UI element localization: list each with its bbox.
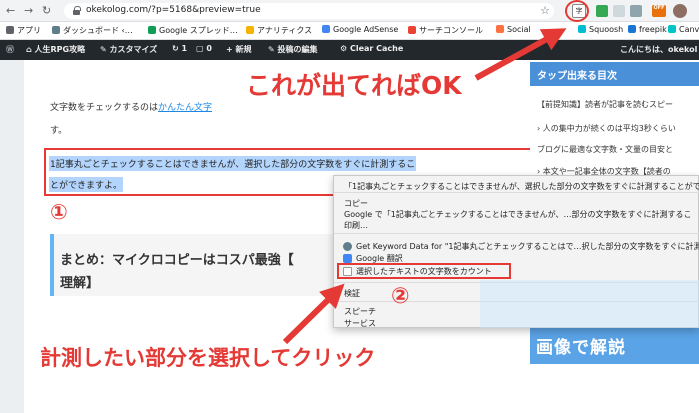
bookmark-apps[interactable]: アプリ [6,25,41,36]
adsense-icon [322,25,330,33]
context-menu-search-google[interactable]: Google で「1記事丸ごとチェックすることはできませんが、…部分の文字数をす… [344,209,691,220]
selected-text-line-2[interactable]: とができますよ。 [49,177,124,192]
context-menu-print[interactable]: 印刷… [344,220,368,231]
menu-separator [334,233,699,234]
context-menu-services[interactable]: サービス [344,318,376,329]
bookmarks-bar: アプリ ダッシュボード ‹… Google スプレッド… アナリティクス Goo… [0,22,699,40]
extension-gray-icon[interactable] [613,5,625,17]
banner-text: 画像で解説 [536,338,626,358]
analytics-icon [246,26,254,34]
menu-glare [480,280,699,328]
toc-title: タップ出来る目次 [537,71,617,82]
context-menu-inspect[interactable]: 検証 [344,288,360,299]
annotation-ok: これが出てればOK [246,71,462,100]
forward-icon[interactable]: → [24,4,33,17]
wp-admin-bar: Ⓦ ⌂ 人生RPG攻略 ✎ カスタマイズ ↻ 1 ▢ 0 + 新規 ✎ 投稿の編… [0,40,699,60]
context-menu-copy[interactable]: コピー [344,198,368,209]
reload-icon[interactable]: ↻ [42,4,51,17]
summary-heading: まとめ：マイクロコピーはコスパ最強【 [60,253,294,268]
keyword-data-icon [343,242,352,251]
social-icon [496,25,504,33]
paragraph-intro: 文字数をチェックするのはかんたん文字 [50,103,213,113]
count-item-highlight [337,263,511,279]
step-marker-1: ① [50,200,68,224]
sheets-icon [148,26,156,34]
off-badge-icon[interactable]: OFF [652,5,666,17]
context-menu-keyword-data[interactable]: Get Keyword Data for "1記事丸ごとチェックすることはで…択… [356,241,699,252]
search-console-icon [408,26,416,34]
back-icon[interactable]: ← [6,4,15,17]
extension-drop-icon[interactable] [630,5,642,17]
freepik-icon [628,25,636,33]
easy-count-link[interactable]: かんたん文字 [158,103,212,113]
bookmark-search-console[interactable]: サーチコンソール [408,25,483,36]
comments-link[interactable]: ▢ 0 [196,44,212,53]
lock-icon [73,6,81,15]
bookmark-dashboard[interactable]: ダッシュボード ‹… [52,25,133,36]
bookmark-squoosh[interactable]: Squoosh [578,25,623,34]
greeting-link[interactable]: こんにちは、okekol [620,44,697,55]
context-menu-speech[interactable]: スピーチ [344,306,376,317]
context-menu-item[interactable]: 「1記事丸ごとチェックすることはできませんが、選択した部分の文字数をすぐに計測す… [344,181,699,192]
menu-separator [334,192,699,193]
customize-link[interactable]: ✎ カスタマイズ [100,44,157,55]
wordpress-icon [52,26,60,34]
bookmark-canva[interactable]: Canva [668,25,699,34]
bookmark-social[interactable]: Social [496,25,531,34]
google-translate-icon [343,254,352,263]
extension-green-icon[interactable] [596,5,608,17]
new-post-link[interactable]: + 新規 [226,44,252,55]
selected-text-line-1[interactable]: 1記事丸ごとチェックすることはできませんが、選択した部分の文字数をすぐに計測する… [49,156,417,171]
toc-item[interactable]: › 人の集中力が続くのは平均3秒くらい [537,123,676,134]
highlight-circle [565,0,589,22]
address-bar: ← → ↻ okekolog.com/?p=5168&preview=true … [0,0,699,22]
bookmark-analytics[interactable]: アナリティクス [246,25,312,36]
toc-item[interactable]: ブログに最適な文字数・文量の目安と [537,144,673,155]
wordpress-logo-icon[interactable]: Ⓦ [6,44,14,55]
step-marker-2: ② [391,284,410,309]
url-text: okekolog.com/?p=5168&preview=true [86,5,261,15]
updates-link[interactable]: ↻ 1 [172,44,187,53]
profile-avatar[interactable] [673,4,687,18]
toc-item[interactable]: 【前提知識】読者が記事を読むスピー [537,99,673,110]
summary-heading-cont: 理解】 [60,276,100,291]
annotation-instruction: 計測したい部分を選択してクリック [40,346,376,370]
bookmark-star-icon[interactable]: ☆ [540,4,550,17]
paragraph-intro-cont: す。 [50,126,68,136]
bookmark-adsense[interactable]: Google AdSense [322,25,398,34]
apps-grid-icon [6,26,14,34]
clear-cache-link[interactable]: ⚙ Clear Cache [340,44,403,53]
site-name-link[interactable]: ⌂ 人生RPG攻略 [26,44,85,55]
bookmark-sheets[interactable]: Google スプレッド… [148,25,238,36]
canva-icon [668,25,676,33]
squoosh-icon [578,25,586,33]
url-field[interactable]: okekolog.com/?p=5168&preview=true ☆ [64,3,554,19]
bookmark-freepik[interactable]: freepik [628,25,667,34]
edit-post-link[interactable]: ✎ 投稿の編集 [268,44,318,55]
